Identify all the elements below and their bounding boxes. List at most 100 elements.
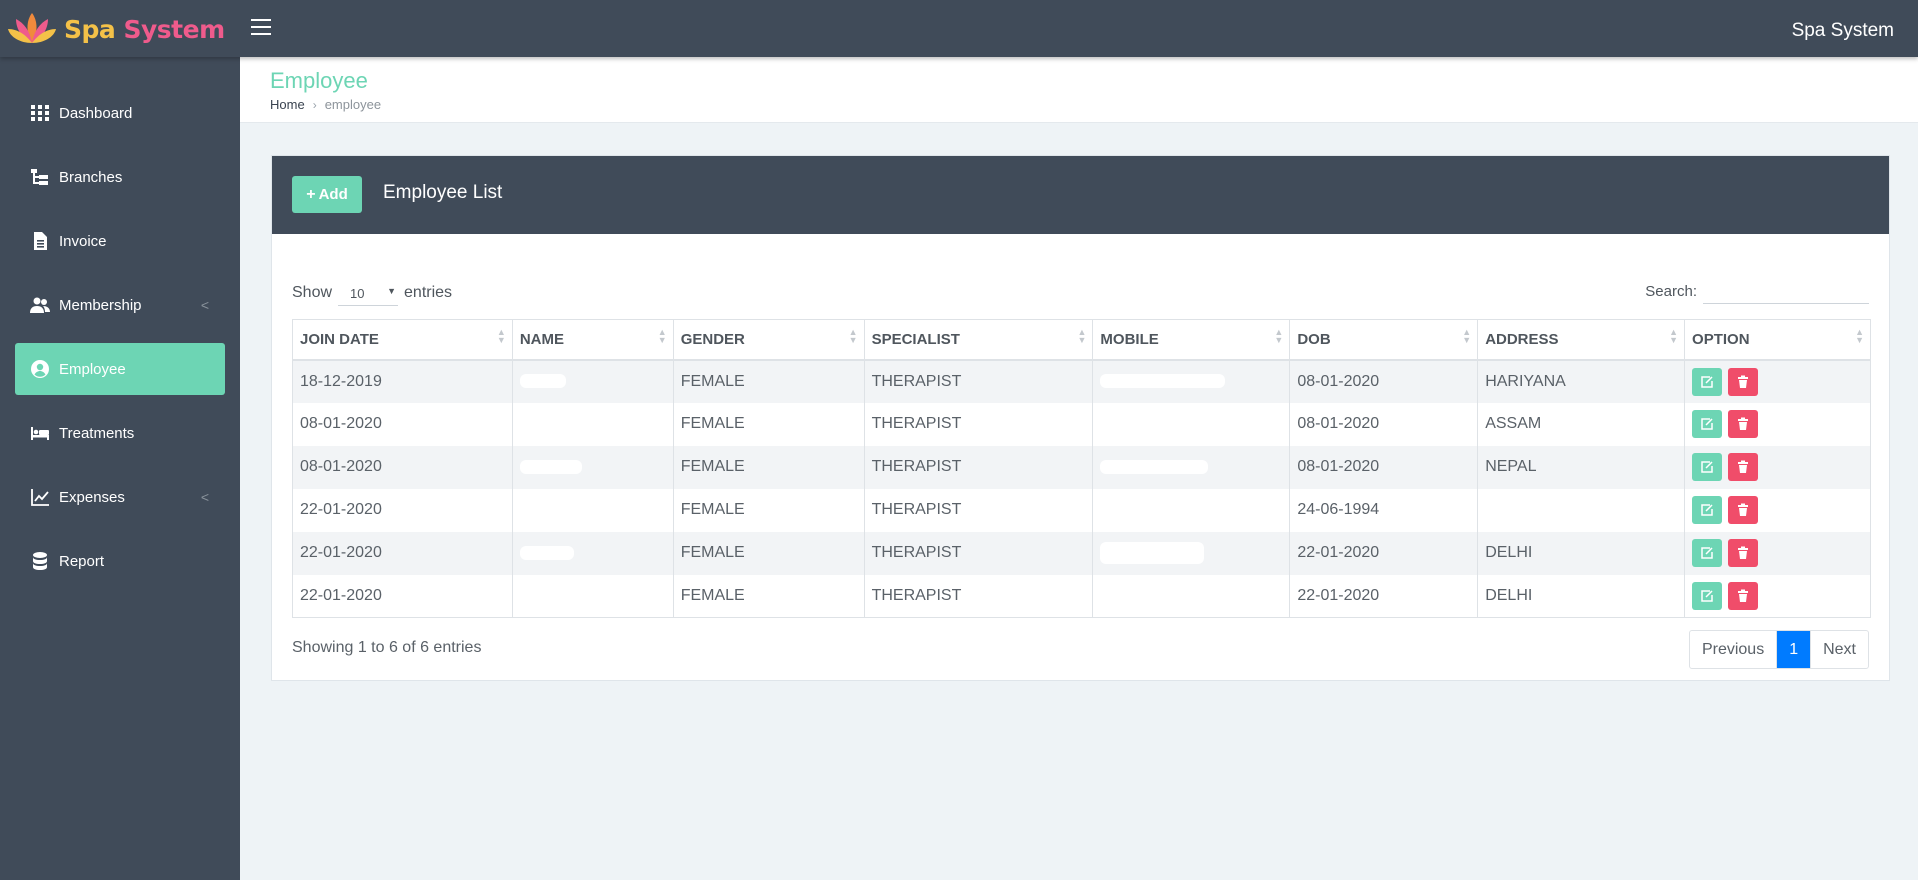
redacted-name	[519, 545, 574, 560]
sidebar-item-treatments[interactable]: Treatments	[15, 407, 225, 459]
page-1-button[interactable]: 1	[1777, 631, 1812, 668]
column-header-dob[interactable]: DOB ▲ ▼	[1289, 319, 1479, 361]
top-navbar: Spa System Spa System	[0, 0, 1918, 57]
sidebar-item-report[interactable]: Report	[15, 535, 225, 587]
edit-icon	[1701, 504, 1713, 516]
entries-select[interactable]: 10 ▼	[338, 280, 399, 306]
bed-icon	[29, 423, 51, 443]
cell-specialist: THERAPIST	[864, 574, 1094, 618]
cell-address: ASSAM	[1477, 402, 1686, 446]
edit-button[interactable]	[1692, 496, 1723, 524]
next-page-button[interactable]: Next	[1811, 631, 1868, 668]
sort-icon: ▲ ▼	[1462, 327, 1472, 345]
page-title: Employee	[270, 68, 368, 93]
table-row: 08-01-2020 FEMALE THERAPIST 08-01-2020 N…	[292, 445, 1871, 489]
cell-specialist: THERAPIST	[864, 488, 1094, 532]
trash-icon	[1738, 503, 1749, 516]
trash-icon	[1738, 460, 1749, 473]
sidebar-item-label: Employee	[59, 360, 126, 378]
content-header: Employee Home › employee	[240, 57, 1918, 123]
brand-logo[interactable]: Spa System	[6, 8, 225, 50]
search-input[interactable]	[1703, 278, 1869, 304]
sidebar-item-employee[interactable]: Employee	[15, 343, 225, 395]
delete-button[interactable]	[1728, 581, 1759, 610]
cell-mobile	[1092, 402, 1291, 446]
cell-option	[1684, 359, 1871, 403]
column-header-mobile[interactable]: MOBILE ▲ ▼	[1092, 319, 1291, 361]
trash-icon	[1738, 589, 1749, 602]
employee-table: JOIN DATE ▲ ▼ NAME ▲ ▼ GENDER ▲ ▼ SPECIALIST ▲ ▼…	[292, 319, 1871, 618]
cell-name	[512, 488, 674, 532]
cell-join-date: 08-01-2020	[292, 445, 513, 489]
add-employee-button[interactable]: + Add	[292, 176, 362, 213]
edit-button[interactable]	[1692, 410, 1723, 438]
sidebar-item-label: Branches	[59, 168, 123, 186]
cell-mobile	[1092, 488, 1291, 532]
edit-icon	[1701, 547, 1713, 559]
cell-option	[1684, 402, 1871, 446]
cell-gender: FEMALE	[673, 531, 865, 575]
cell-join-date: 18-12-2019	[292, 359, 513, 403]
trash-icon	[1738, 375, 1749, 388]
edit-button[interactable]	[1692, 581, 1723, 610]
sitemap-icon	[29, 167, 51, 187]
employee-list-card: + Add Employee List Show 10 ▼ entries Se…	[271, 155, 1890, 681]
cell-name	[512, 359, 674, 403]
cell-name	[512, 574, 674, 618]
cell-gender: FEMALE	[673, 402, 865, 446]
sort-icon: ▲ ▼	[1669, 327, 1679, 345]
breadcrumb-home-link[interactable]: Home	[270, 97, 305, 112]
caret-down-icon: ▼	[387, 286, 397, 296]
edit-button[interactable]	[1692, 367, 1723, 396]
column-header-gender[interactable]: GENDER ▲ ▼	[673, 319, 865, 361]
cell-join-date: 22-01-2020	[292, 574, 513, 618]
delete-button[interactable]	[1728, 367, 1759, 396]
delete-button[interactable]	[1728, 410, 1759, 438]
sidebar-item-branches[interactable]: Branches	[15, 151, 225, 203]
sidebar-item-expenses[interactable]: Expenses <	[15, 471, 225, 523]
delete-button[interactable]	[1728, 453, 1759, 481]
column-header-name[interactable]: NAME ▲ ▼	[512, 319, 674, 361]
sidebar-item-membership[interactable]: Membership <	[15, 279, 225, 331]
cell-name	[512, 445, 674, 489]
sidebar-item-dashboard[interactable]: Dashboard	[15, 87, 225, 139]
delete-button[interactable]	[1728, 496, 1759, 524]
chevron-left-icon: <	[200, 489, 209, 505]
cell-option	[1684, 531, 1871, 575]
delete-button[interactable]	[1728, 539, 1759, 567]
previous-page-button[interactable]: Previous	[1690, 631, 1778, 668]
cell-specialist: THERAPIST	[864, 402, 1094, 446]
user-circle-icon	[29, 359, 51, 379]
cell-dob: 08-01-2020	[1289, 359, 1479, 403]
cell-gender: FEMALE	[673, 445, 865, 489]
cell-dob: 24-06-1994	[1289, 488, 1479, 532]
entries-length-control: Show 10 ▼ entries	[292, 280, 452, 306]
redacted-name	[519, 374, 566, 389]
redacted-mobile	[1100, 542, 1205, 564]
table-header-row: JOIN DATE ▲ ▼ NAME ▲ ▼ GENDER ▲ ▼ SPECIALIST ▲ ▼…	[292, 319, 1871, 361]
table-search: Search:	[1645, 278, 1869, 304]
menu-toggle-icon[interactable]	[251, 19, 271, 37]
chevron-right-icon: ›	[312, 97, 317, 112]
column-header-join-date[interactable]: JOIN DATE ▲ ▼	[292, 319, 513, 361]
add-button-label: Add	[318, 186, 348, 203]
cell-join-date: 08-01-2020	[292, 402, 513, 446]
entries-label: entries	[404, 284, 453, 301]
edit-button[interactable]	[1692, 453, 1723, 481]
table-row: 22-01-2020 FEMALE THERAPIST 22-01-2020 D…	[292, 531, 1871, 575]
sort-icon: ▲ ▼	[848, 327, 858, 345]
column-header-specialist[interactable]: SPECIALIST ▲ ▼	[864, 319, 1094, 361]
sidebar-item-label: Expenses	[59, 488, 125, 506]
column-header-option[interactable]: OPTION ▲ ▼	[1684, 319, 1871, 361]
cell-dob: 22-01-2020	[1289, 531, 1479, 575]
column-header-address[interactable]: ADDRESS ▲ ▼	[1477, 319, 1686, 361]
breadcrumb-current: employee	[324, 97, 382, 112]
cell-gender: FEMALE	[673, 574, 865, 618]
cell-specialist: THERAPIST	[864, 445, 1094, 489]
edit-icon	[1701, 461, 1713, 473]
cell-name	[512, 531, 674, 575]
edit-button[interactable]	[1692, 539, 1723, 567]
sidebar-item-invoice[interactable]: Invoice	[15, 215, 225, 267]
table-row: 18-12-2019 FEMALE THERAPIST 08-01-2020 H…	[292, 359, 1871, 403]
cell-dob: 08-01-2020	[1289, 445, 1479, 489]
